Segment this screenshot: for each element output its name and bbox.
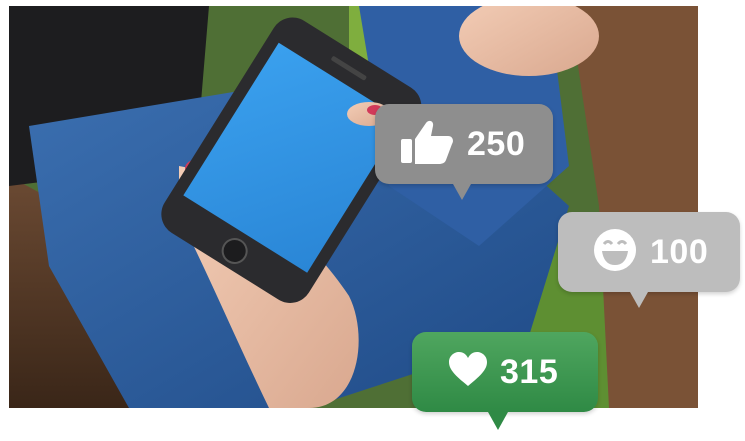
thumbs-up-icon xyxy=(399,119,455,170)
like-reaction-bubble: 250 xyxy=(375,104,553,200)
heart-reaction-bubble: 315 xyxy=(412,332,598,430)
laugh-reaction-bubble: 100 xyxy=(558,212,740,308)
like-count: 250 xyxy=(467,124,526,163)
bubble-tail xyxy=(488,412,508,430)
heart-count: 315 xyxy=(500,352,559,391)
bubble-tail xyxy=(630,292,648,308)
laughing-face-icon xyxy=(592,227,638,278)
heart-icon xyxy=(448,351,488,393)
bubble-tail xyxy=(453,184,471,200)
laugh-count: 100 xyxy=(650,232,709,271)
